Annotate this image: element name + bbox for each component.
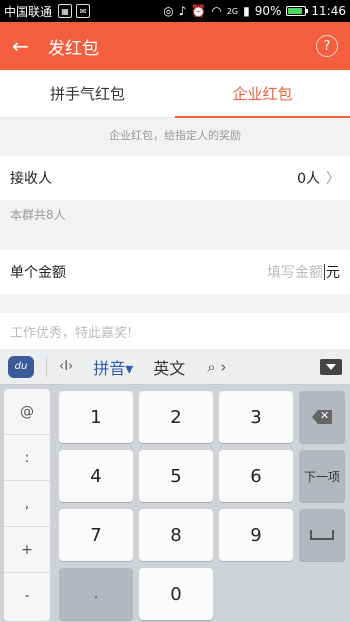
carrier-name: 中国联通 (4, 4, 53, 19)
image-notification-icon: ▦ (58, 4, 73, 18)
symbol-key[interactable]: : (4, 435, 50, 481)
app-bar: ← 发红包 ? (0, 22, 350, 70)
tab-hint: 企业红包，给指定人的奖励 (109, 129, 241, 142)
symbol-key[interactable]: - (4, 573, 50, 619)
help-button[interactable]: ? (316, 35, 338, 57)
vibrate-icon: ♪ (178, 4, 187, 18)
group-member-info: 本群共8人 (10, 208, 66, 222)
english-mode-button[interactable]: 英文 (153, 355, 185, 379)
app-notification-icon: ◎ (163, 4, 174, 18)
space-icon (310, 530, 334, 540)
clock: 11:46 (311, 4, 346, 18)
keyboard: du ‹I› 拼音▾ 英文 ⌕ › @ : , + - 1 2 3 4 5 6 … (0, 349, 350, 622)
signal-icon: ▮ (243, 4, 250, 18)
key-dot[interactable]: . (59, 568, 133, 620)
input-method-logo[interactable]: du (8, 355, 34, 378)
key-0[interactable]: 0 (139, 568, 213, 620)
battery-percent: 90% (254, 4, 282, 18)
symbol-column: @ : , + - (4, 389, 50, 621)
chevron-right-icon: 〉 (326, 171, 340, 187)
divider (46, 356, 47, 377)
recipient-count: 0人 (297, 171, 320, 187)
key-2[interactable]: 2 (139, 391, 213, 443)
amount-row: 单个金额 填写金额 元 (0, 250, 350, 294)
keyboard-toolbar: du ‹I› 拼音▾ 英文 ⌕ › (0, 349, 350, 385)
symbol-key[interactable]: + (4, 527, 50, 573)
amount-input[interactable]: 填写金额 (267, 262, 323, 282)
tab-enterprise-packet[interactable]: 企业红包 (175, 70, 350, 118)
key-4[interactable]: 4 (59, 450, 133, 502)
key-6[interactable]: 6 (219, 450, 293, 502)
backspace-button[interactable] (299, 391, 345, 443)
symbol-key[interactable]: @ (4, 389, 50, 435)
pinyin-mode-button[interactable]: 拼音▾ (93, 355, 133, 379)
key-1[interactable]: 1 (59, 391, 133, 443)
key-8[interactable]: 8 (139, 509, 213, 561)
alarm-icon: ⏰ (191, 4, 207, 18)
tab-lucky-packet[interactable]: 拼手气红包 (0, 70, 175, 117)
text-caret (324, 264, 325, 280)
backspace-icon (312, 410, 332, 424)
recipient-label: 接收人 (10, 171, 52, 187)
back-arrow-icon[interactable]: ← (12, 34, 40, 58)
search-icon[interactable]: ⌕ › (207, 358, 226, 376)
hide-keyboard-icon[interactable] (320, 358, 342, 375)
amount-unit: 元 (326, 265, 340, 281)
page-title: 发红包 (48, 38, 99, 59)
battery-icon (286, 6, 309, 16)
cursor-move-icon[interactable]: ‹I› (59, 359, 73, 374)
tab-bar: 拼手气红包 企业红包 (0, 70, 350, 118)
key-5[interactable]: 5 (139, 450, 213, 502)
recipient-row[interactable]: 接收人 0人 〉 (0, 156, 350, 200)
key-9[interactable]: 9 (219, 509, 293, 561)
network-type: 2G (226, 6, 239, 16)
message-input[interactable]: 工作优秀，特此嘉奖! (0, 313, 350, 349)
key-3[interactable]: 3 (219, 391, 293, 443)
amount-label: 单个金额 (10, 265, 66, 281)
status-bar: 中国联通 ▦ ✉ ◎ ♪ ⏰ ◠ 2G ▮ 90% 11:46 (0, 0, 350, 22)
key-7[interactable]: 7 (59, 509, 133, 561)
wifi-icon: ◠ (211, 4, 222, 18)
space-button[interactable] (299, 509, 345, 561)
next-field-button[interactable]: 下一项 (299, 450, 345, 502)
message-placeholder: 工作优秀，特此嘉奖! (10, 325, 133, 341)
symbol-key[interactable]: , (4, 481, 50, 527)
mail-notification-icon: ✉ (76, 4, 91, 18)
